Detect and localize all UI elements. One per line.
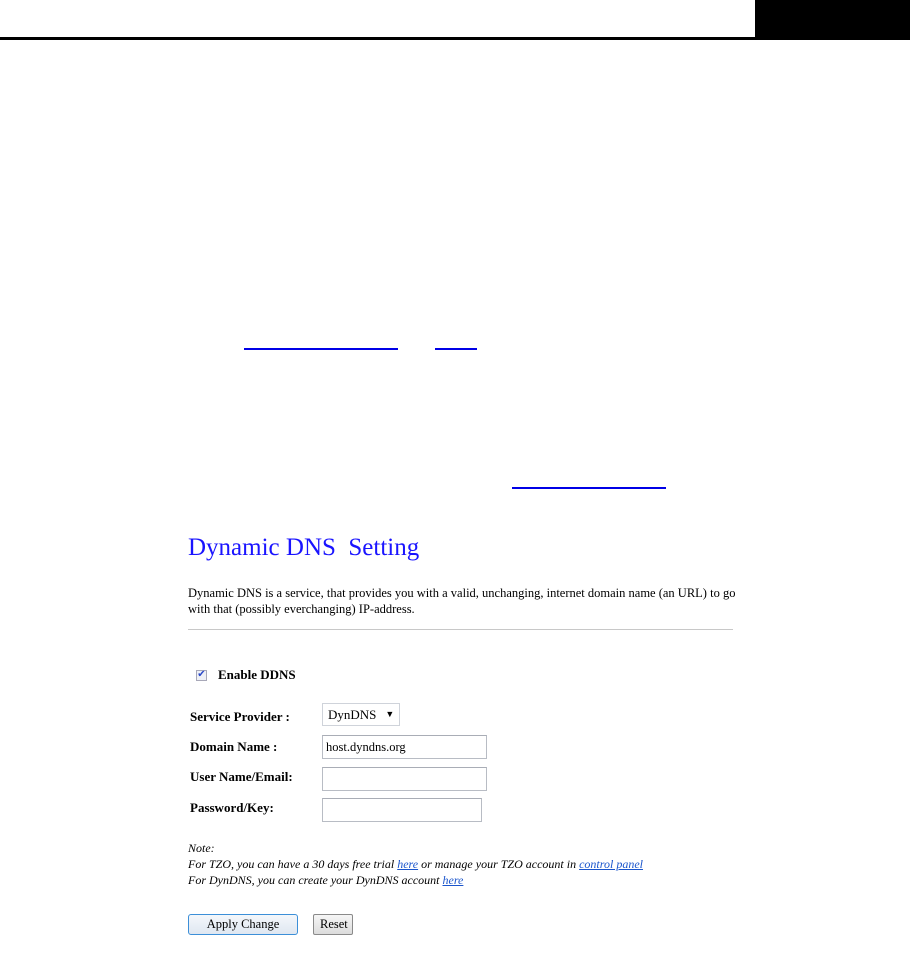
service-provider-select[interactable]: DynDNS ▼ bbox=[322, 703, 400, 726]
divider bbox=[188, 629, 733, 630]
dyndns-create-link[interactable]: here bbox=[443, 873, 464, 887]
tzo-trial-link[interactable]: here bbox=[397, 857, 418, 871]
tzo-control-panel-link[interactable]: control panel bbox=[579, 857, 643, 871]
link-underline[interactable] bbox=[435, 348, 477, 350]
note-text: For TZO, you can have a 30 days free tri… bbox=[188, 857, 398, 871]
note-tzo-line: For TZO, you can have a 30 days free tri… bbox=[188, 856, 643, 872]
chevron-down-icon: ▼ bbox=[385, 709, 395, 719]
password-label: Password/Key: bbox=[190, 800, 274, 815]
link-underline[interactable] bbox=[244, 348, 398, 350]
domain-name-label: Domain Name : bbox=[190, 739, 278, 754]
username-input[interactable] bbox=[322, 767, 487, 791]
username-label: User Name/Email: bbox=[190, 769, 293, 784]
note-section: Note: For TZO, you can have a 30 days fr… bbox=[188, 840, 643, 888]
note-dyndns-line: For DynDNS, you can create your DynDNS a… bbox=[188, 872, 643, 888]
apply-change-button[interactable]: Apply Change bbox=[188, 914, 298, 935]
enable-ddns-label: Enable DDNS bbox=[218, 667, 296, 682]
domain-name-input[interactable] bbox=[322, 735, 487, 759]
password-input[interactable] bbox=[322, 798, 482, 822]
service-provider-value: DynDNS bbox=[328, 707, 377, 722]
service-provider-label: Service Provider : bbox=[190, 709, 290, 724]
note-heading: Note: bbox=[188, 841, 215, 855]
link-underline[interactable] bbox=[512, 487, 666, 489]
page-description: Dynamic DNS is a service, that provides … bbox=[188, 586, 736, 616]
note-text: or manage your TZO account in bbox=[418, 857, 580, 871]
checkmark-icon: ✔ bbox=[197, 669, 206, 680]
enable-ddns-row: ✔ Enable DDNS bbox=[196, 667, 296, 683]
enable-ddns-checkbox[interactable]: ✔ bbox=[196, 669, 207, 681]
reset-button[interactable]: Reset bbox=[313, 914, 353, 935]
header-tab-block bbox=[755, 0, 910, 40]
page-title: Dynamic DNS Setting bbox=[188, 534, 420, 561]
note-text: For DynDNS, you can create your DynDNS a… bbox=[188, 873, 443, 887]
